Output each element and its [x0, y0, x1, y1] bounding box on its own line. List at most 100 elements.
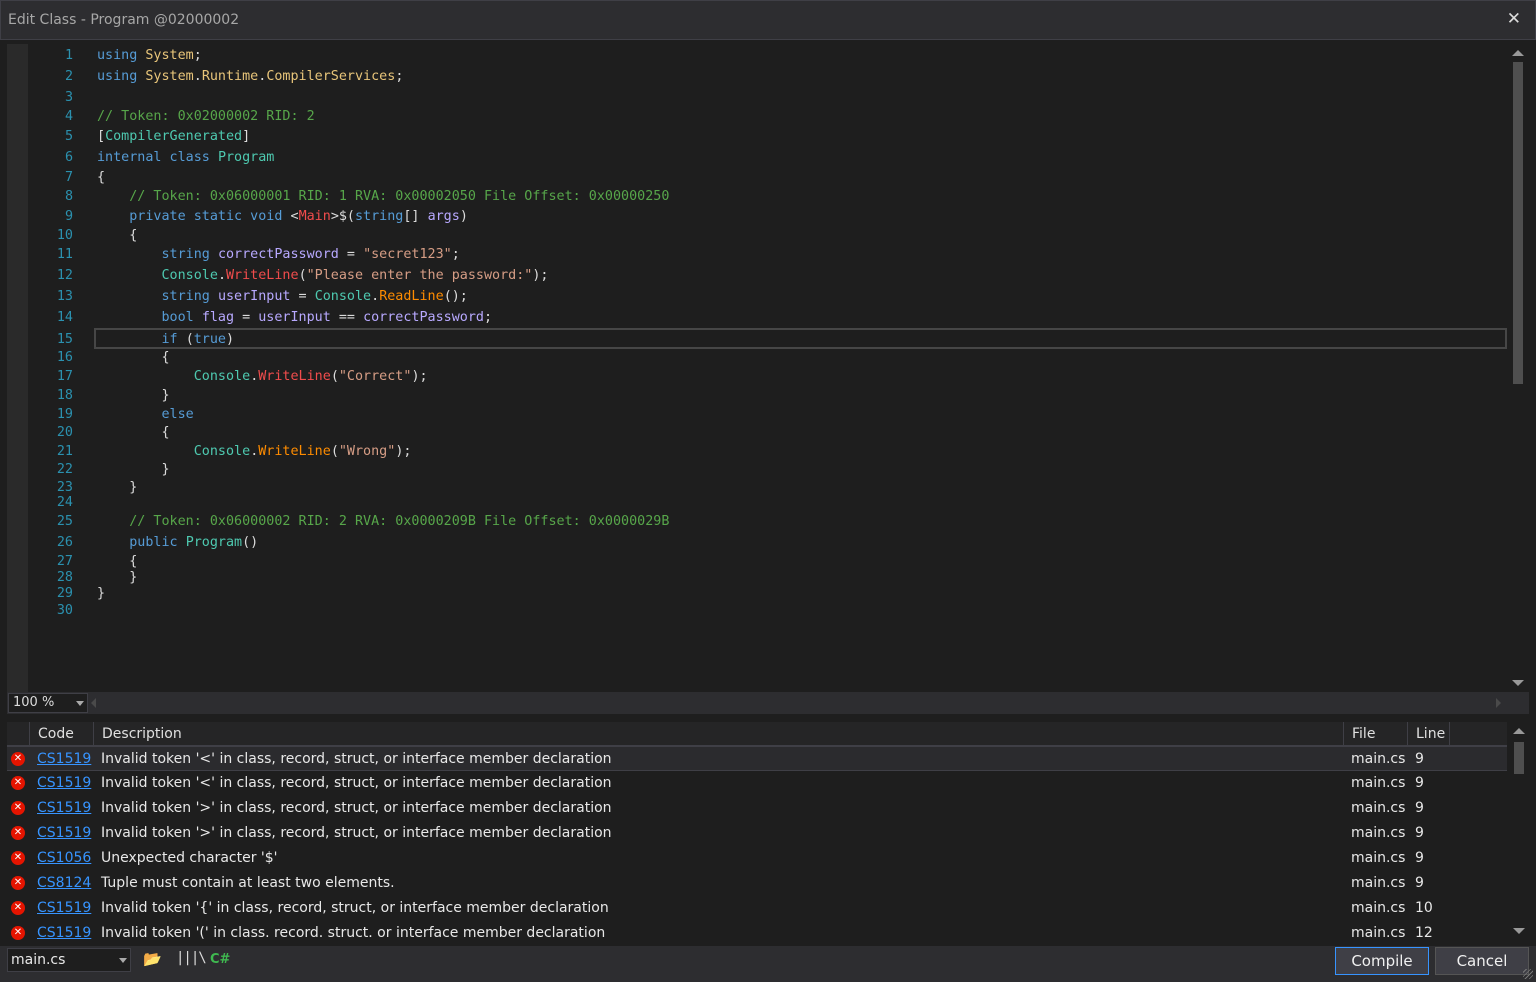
scroll-thumb[interactable] — [1514, 742, 1524, 774]
code-line[interactable]: } — [97, 386, 169, 406]
code-token: // Token: 0x06000002 RID: 2 RVA: 0x00002… — [129, 514, 670, 529]
resize-grip[interactable] — [1523, 969, 1533, 979]
code-token: } — [97, 462, 170, 477]
cancel-button[interactable]: Cancel — [1435, 947, 1529, 975]
column-file[interactable]: File — [1343, 722, 1407, 746]
code-line[interactable]: if (true) — [97, 330, 235, 350]
code-line[interactable]: Console.WriteLine("Wrong"); — [97, 442, 412, 462]
code-line[interactable]: } — [97, 584, 105, 604]
scroll-thumb[interactable] — [1513, 62, 1523, 384]
chevron-down-icon[interactable] — [76, 701, 84, 706]
scroll-up-icon[interactable] — [1513, 728, 1525, 734]
code-line[interactable]: { — [97, 348, 169, 368]
code-token: args — [427, 209, 460, 224]
code-line[interactable]: [CompilerGenerated] — [97, 127, 250, 147]
code-line[interactable]: else — [97, 405, 194, 425]
code-token: = — [338, 247, 364, 262]
code-token: >$( — [330, 209, 355, 224]
code-line[interactable]: bool flag = userInput == correctPassword… — [97, 308, 493, 328]
line-number: 12 — [56, 268, 73, 283]
code-line[interactable]: string correctPassword = "secret123"; — [97, 245, 460, 265]
code-line[interactable]: Console.WriteLine("Please enter the pass… — [97, 266, 549, 286]
scroll-down-icon[interactable] — [1513, 928, 1525, 934]
error-icon: ✕ — [11, 876, 25, 890]
error-list-scrollbar[interactable] — [1509, 722, 1529, 942]
code-line[interactable]: { — [97, 423, 169, 443]
line-number: 11 — [56, 247, 73, 262]
code-token: flag — [201, 310, 235, 325]
code-line[interactable]: public Program() — [97, 533, 258, 553]
error-row[interactable]: ✕ CS1519 Invalid token '(' in class. recor… — [7, 921, 1507, 942]
code-line[interactable]: private static void <Main>$(string[] arg… — [97, 207, 468, 227]
code-line[interactable]: // Token: 0x06000001 RID: 1 RVA: 0x00002… — [97, 187, 669, 207]
code-token: ] — [242, 129, 251, 144]
code-line[interactable]: string userInput = Console.ReadLine(); — [97, 287, 468, 307]
line-number: 30 — [56, 603, 73, 618]
open-folder-icon[interactable]: 📂 — [143, 950, 162, 970]
zoom-select[interactable]: 100 % — [8, 693, 88, 713]
code-token: ); — [532, 268, 549, 283]
error-code-link[interactable]: CS1519 — [37, 896, 91, 920]
csharp-icon[interactable]: C# — [210, 952, 230, 972]
code-editor[interactable]: 1 2 3 4 5 6 7 8 9 10 11 12 13 14 15 16 17 18 19 20 21 22 23 24 2… — [7, 44, 1529, 692]
error-code-link[interactable]: CS1519 — [37, 747, 91, 771]
error-code-link[interactable]: CS1519 — [37, 821, 91, 845]
error-code-link[interactable]: CS1519 — [37, 796, 91, 820]
code-line[interactable]: { — [97, 168, 105, 188]
scroll-left-icon[interactable] — [91, 698, 96, 708]
error-row[interactable]: ✕ CS1519 Invalid token '>' in class, recor… — [7, 821, 1507, 846]
code-line[interactable]: internal class Program — [97, 148, 274, 168]
code-token: ; — [395, 69, 404, 84]
code-token: ( — [330, 444, 339, 459]
error-row[interactable]: ✕ CS1519 Invalid token '{' in class, recor… — [7, 896, 1507, 921]
code-line[interactable]: // Token: 0x02000002 RID: 2 — [97, 107, 315, 127]
scroll-down-icon[interactable] — [1512, 680, 1524, 686]
column-description[interactable]: Description — [93, 722, 1343, 746]
column-code[interactable]: Code — [29, 722, 93, 746]
compile-button[interactable]: Compile — [1335, 947, 1429, 975]
error-code-link[interactable]: CS1519 — [37, 921, 91, 942]
error-code-link[interactable]: CS1519 — [37, 771, 91, 795]
code-token: string — [161, 247, 218, 262]
code-line[interactable]: using System; — [97, 46, 202, 66]
column-line[interactable]: Line — [1407, 722, 1449, 746]
scroll-up-icon[interactable] — [1512, 50, 1524, 56]
code-token: ( — [330, 369, 339, 384]
chevron-down-icon[interactable] — [119, 958, 127, 963]
code-token: ); — [411, 369, 428, 384]
error-description: Invalid token '<' in class, record, stru… — [101, 775, 612, 791]
editor-vertical-scrollbar[interactable] — [1507, 44, 1529, 692]
zoom-value: 100 % — [13, 695, 55, 710]
library-icon[interactable]: |||\ — [176, 950, 207, 970]
code-token: () — [242, 535, 259, 550]
error-code-link[interactable]: CS1056 — [37, 846, 91, 870]
error-description: Invalid token '>' in class, record, stru… — [101, 800, 612, 816]
code-token: // Token: 0x06000001 RID: 1 RVA: 0x00002… — [129, 189, 670, 204]
code-token: . — [193, 69, 202, 84]
code-line[interactable]: } — [97, 460, 170, 480]
error-icon: ✕ — [11, 801, 25, 815]
close-icon[interactable]: ✕ — [1507, 9, 1521, 29]
code-token: ) — [459, 209, 468, 224]
file-select-value: main.cs — [11, 952, 66, 968]
code-area[interactable]: using System; using System.Runtime.Compil… — [97, 44, 1507, 692]
code-line[interactable]: using System.Runtime.CompilerServices; — [97, 67, 403, 87]
error-row[interactable]: ✕ CS1056 Unexpected character '$' main.cs 9 — [7, 846, 1507, 871]
error-file: main.cs — [1351, 751, 1406, 767]
file-select[interactable]: main.cs — [7, 948, 131, 972]
scroll-right-icon[interactable] — [1496, 698, 1501, 708]
code-line[interactable]: { — [97, 226, 137, 246]
error-row[interactable]: ✕ CS1519 Invalid token '<' in class, recor… — [7, 746, 1507, 771]
error-description: Invalid token '{' in class, record, stru… — [101, 900, 609, 916]
error-description: Invalid token '<' in class, record, stru… — [101, 751, 612, 767]
error-row[interactable]: ✕ CS1519 Invalid token '<' in class, recor… — [7, 771, 1507, 796]
error-row[interactable]: ✕ CS8124 Tuple must contain at least two e… — [7, 871, 1507, 896]
code-token: using — [97, 69, 146, 84]
code-line[interactable]: Console.WriteLine("Correct"); — [97, 367, 428, 387]
code-line[interactable]: // Token: 0x06000002 RID: 2 RVA: 0x00002… — [97, 512, 669, 532]
error-code-link[interactable]: CS8124 — [37, 871, 91, 895]
error-row[interactable]: ✕ CS1519 Invalid token '>' in class, recor… — [7, 796, 1507, 821]
code-line[interactable]: } — [97, 478, 137, 498]
line-number-gutter: 1 2 3 4 5 6 7 8 9 10 11 12 13 14 15 16 17 18 19 20 21 22 23 24 2… — [28, 44, 88, 692]
